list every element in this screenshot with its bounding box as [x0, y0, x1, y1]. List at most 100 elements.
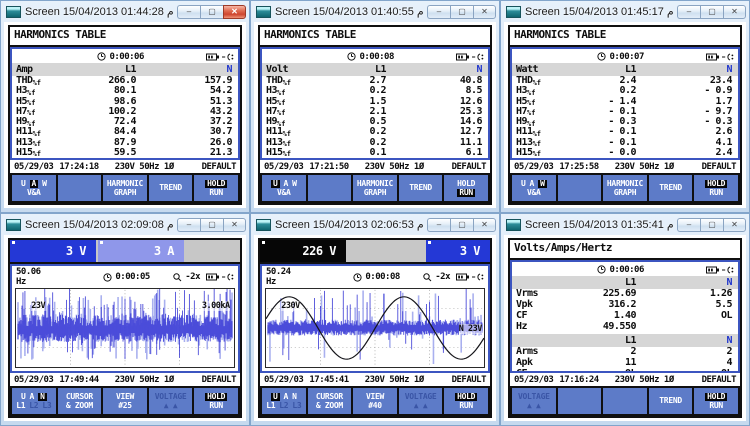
status-time: 17:24:18 — [59, 162, 98, 172]
unit-label: Amp — [16, 64, 78, 75]
minimize-button[interactable]: – — [177, 218, 200, 232]
maximize-button[interactable]: ▢ — [700, 5, 723, 19]
minimize-button[interactable]: – — [427, 218, 450, 232]
minimize-button[interactable]: – — [427, 5, 450, 19]
titlebar[interactable]: Screen 15/04/2013 02:06:53 م – ▢ ✕ — [251, 214, 499, 235]
window-harmonics-amp: Screen 15/04/2013 01:44:28 م – ▢ ✕ HARMO… — [0, 0, 250, 213]
softkey-harmonic-graph[interactable]: HARMONICGRAPH — [353, 175, 397, 201]
titlebar[interactable]: Screen 15/04/2013 02:09:08 م – ▢ ✕ — [1, 214, 249, 235]
close-button[interactable]: ✕ — [723, 218, 746, 232]
minimize-button[interactable]: – — [677, 5, 700, 19]
close-button[interactable]: ✕ — [473, 218, 496, 232]
softkey-label: L1 — [266, 402, 275, 410]
softkey-bar: UAWV&A HARMONICGRAPH TREND HOLDRUN — [10, 173, 240, 203]
status-date: 05/29/03 — [514, 162, 553, 172]
softkey-label: & ZOOM — [66, 402, 93, 410]
measurement-frame: 0:00:08 Volt L1 N THD%f2.740.8H3%f0.28.5… — [260, 47, 490, 160]
softkey-trend[interactable]: TREND — [649, 388, 693, 414]
close-button[interactable]: ✕ — [223, 218, 246, 232]
softkey-bar: UANL1L2L3 CURSOR& ZOOM VIEW#40 VOLTAGE▲ … — [260, 386, 490, 416]
softkey-cursor-zoom[interactable]: CURSOR& ZOOM — [58, 388, 102, 414]
softkey-label: & ZOOM — [316, 402, 343, 410]
softkey-blank[interactable] — [558, 175, 602, 201]
current-reading-badge: 3 A — [98, 240, 184, 262]
softkey-label: RUN — [459, 402, 473, 410]
softkey-hold-run[interactable]: HOLDRUN — [194, 388, 238, 414]
softkey-meter-select[interactable]: UAWV&A — [262, 175, 306, 201]
clock-icon — [97, 52, 106, 61]
softkey-channel-select[interactable]: UANL1L2L3 — [12, 388, 56, 414]
softkey-trend[interactable]: TREND — [399, 175, 443, 201]
titlebar[interactable]: Screen 15/04/2013 01:35:41 م – ▢ ✕ — [501, 214, 749, 235]
status-time: 17:25:58 — [559, 162, 598, 172]
maximize-button[interactable]: ▢ — [200, 5, 223, 19]
status-config: 230V 50Hz 1Ø — [115, 162, 174, 172]
app-icon — [6, 219, 21, 231]
close-button[interactable]: ✕ — [223, 5, 246, 19]
device-screen: Volts/Amps/Hertz 0:00:06 L1 N Vrms225.69… — [508, 238, 742, 418]
titlebar[interactable]: Screen 15/04/2013 01:44:28 م – ▢ ✕ — [1, 1, 249, 22]
scale-label-neutral: N 23V — [459, 324, 482, 334]
status-date: 05/29/03 — [14, 162, 53, 172]
frequency-readout: 50.24 Hz — [266, 267, 299, 287]
softkey-trend[interactable]: TREND — [149, 175, 193, 201]
softkey-voltage-range[interactable]: VOLTAGE▲ ▲ — [512, 388, 556, 414]
softkey-view[interactable]: VIEW#25 — [103, 388, 147, 414]
softkey-harmonic-graph[interactable]: HARMONICGRAPH — [603, 175, 647, 201]
info-row: 0:00:08 — [262, 49, 488, 63]
close-button[interactable]: ✕ — [473, 5, 496, 19]
softkey-label: HARMONIC — [607, 180, 643, 188]
zoom-icon — [423, 273, 432, 282]
titlebar[interactable]: Screen 15/04/2013 01:40:55 م – ▢ ✕ — [251, 1, 499, 22]
softkey-trend[interactable]: TREND — [649, 175, 693, 201]
softkey-channel-select[interactable]: UANL1L2L3 — [262, 388, 306, 414]
softkey-blank[interactable] — [603, 388, 647, 414]
neutral-label: N — [636, 64, 734, 75]
minimize-button[interactable]: – — [177, 5, 200, 19]
softkey-harmonic-graph[interactable]: HARMONICGRAPH — [103, 175, 147, 201]
unit-label: Volt — [266, 64, 328, 75]
window-title: Screen 15/04/2013 01:44:28 م — [25, 5, 173, 18]
maximize-button[interactable]: ▢ — [700, 218, 723, 232]
device-screen: 3 V 3 A 50.06 Hz 0:00:05 -2x — [8, 238, 242, 418]
softkey-voltage-range[interactable]: VOLTAGE▲ ▲ — [149, 388, 193, 414]
maximize-button[interactable]: ▢ — [200, 218, 223, 232]
softkey-hold-run[interactable]: HOLDRUN — [444, 175, 488, 201]
maximize-button[interactable]: ▢ — [450, 5, 473, 19]
softkey-hold-run[interactable]: HOLDRUN — [194, 175, 238, 201]
app-icon — [256, 219, 271, 231]
channel-marker — [100, 241, 103, 244]
softkey-blank[interactable] — [58, 175, 102, 201]
neutral-label: N — [636, 335, 734, 346]
info-row: 50.06 Hz 0:00:05 -2x — [12, 266, 238, 287]
softkey-bar: UANL1L2L3 CURSOR& ZOOM VIEW#25 VOLTAGE▲ … — [10, 386, 240, 416]
status-profile: DEFAULT — [702, 162, 736, 172]
softkey-bar: UAWV&A HARMONICGRAPH TREND HOLDRUN — [260, 173, 490, 203]
titlebar[interactable]: Screen 15/04/2013 01:45:17 م – ▢ ✕ — [501, 1, 749, 22]
softkey-blank[interactable] — [308, 175, 352, 201]
scale-label-left: 230V — [281, 301, 299, 311]
softkey-hold-run[interactable]: HOLDRUN — [694, 175, 738, 201]
softkey-meter-select[interactable]: UAWV&A — [512, 175, 556, 201]
softkey-label: A — [284, 393, 289, 401]
clock-icon — [597, 52, 606, 61]
battery-icon — [206, 273, 219, 281]
softkey-meter-select[interactable]: UAWV&A — [12, 175, 56, 201]
status-row: 05/29/03 17:21:50 230V 50Hz 1Ø DEFAULT — [260, 160, 490, 173]
softkey-voltage-range[interactable]: VOLTAGE▲ ▲ — [399, 388, 443, 414]
maximize-button[interactable]: ▢ — [450, 218, 473, 232]
minimize-button[interactable]: – — [677, 218, 700, 232]
power-plug-icon — [472, 273, 484, 281]
close-button[interactable]: ✕ — [723, 5, 746, 19]
softkey-view[interactable]: VIEW#40 — [353, 388, 397, 414]
status-time: 17:21:50 — [309, 162, 348, 172]
softkey-hold-run[interactable]: HOLDRUN — [444, 388, 488, 414]
window-scope-va: Screen 15/04/2013 02:09:08 م – ▢ ✕ 3 V 3… — [0, 213, 250, 426]
voltage-reading-badge: 226 V — [260, 240, 346, 262]
softkey-label: HOLD — [455, 393, 477, 401]
window-harmonics-watt: Screen 15/04/2013 01:45:17 م – ▢ ✕ HARMO… — [500, 0, 750, 213]
softkey-blank[interactable] — [558, 388, 602, 414]
softkey-hold-run[interactable]: HOLDRUN — [694, 388, 738, 414]
softkey-cursor-zoom[interactable]: CURSOR& ZOOM — [308, 388, 352, 414]
status-date: 05/29/03 — [514, 375, 553, 385]
